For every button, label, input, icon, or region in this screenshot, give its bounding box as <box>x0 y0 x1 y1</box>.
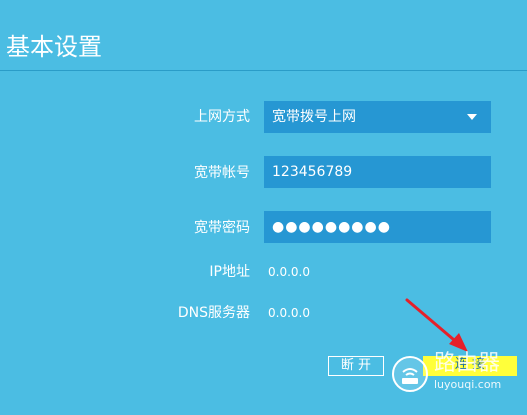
router-logo-icon <box>392 356 428 392</box>
watermark: 路由器 luyouqi.com <box>392 350 522 398</box>
watermark-url: luyouqi.com <box>434 378 502 391</box>
watermark-brand: 路由器 <box>434 351 501 376</box>
